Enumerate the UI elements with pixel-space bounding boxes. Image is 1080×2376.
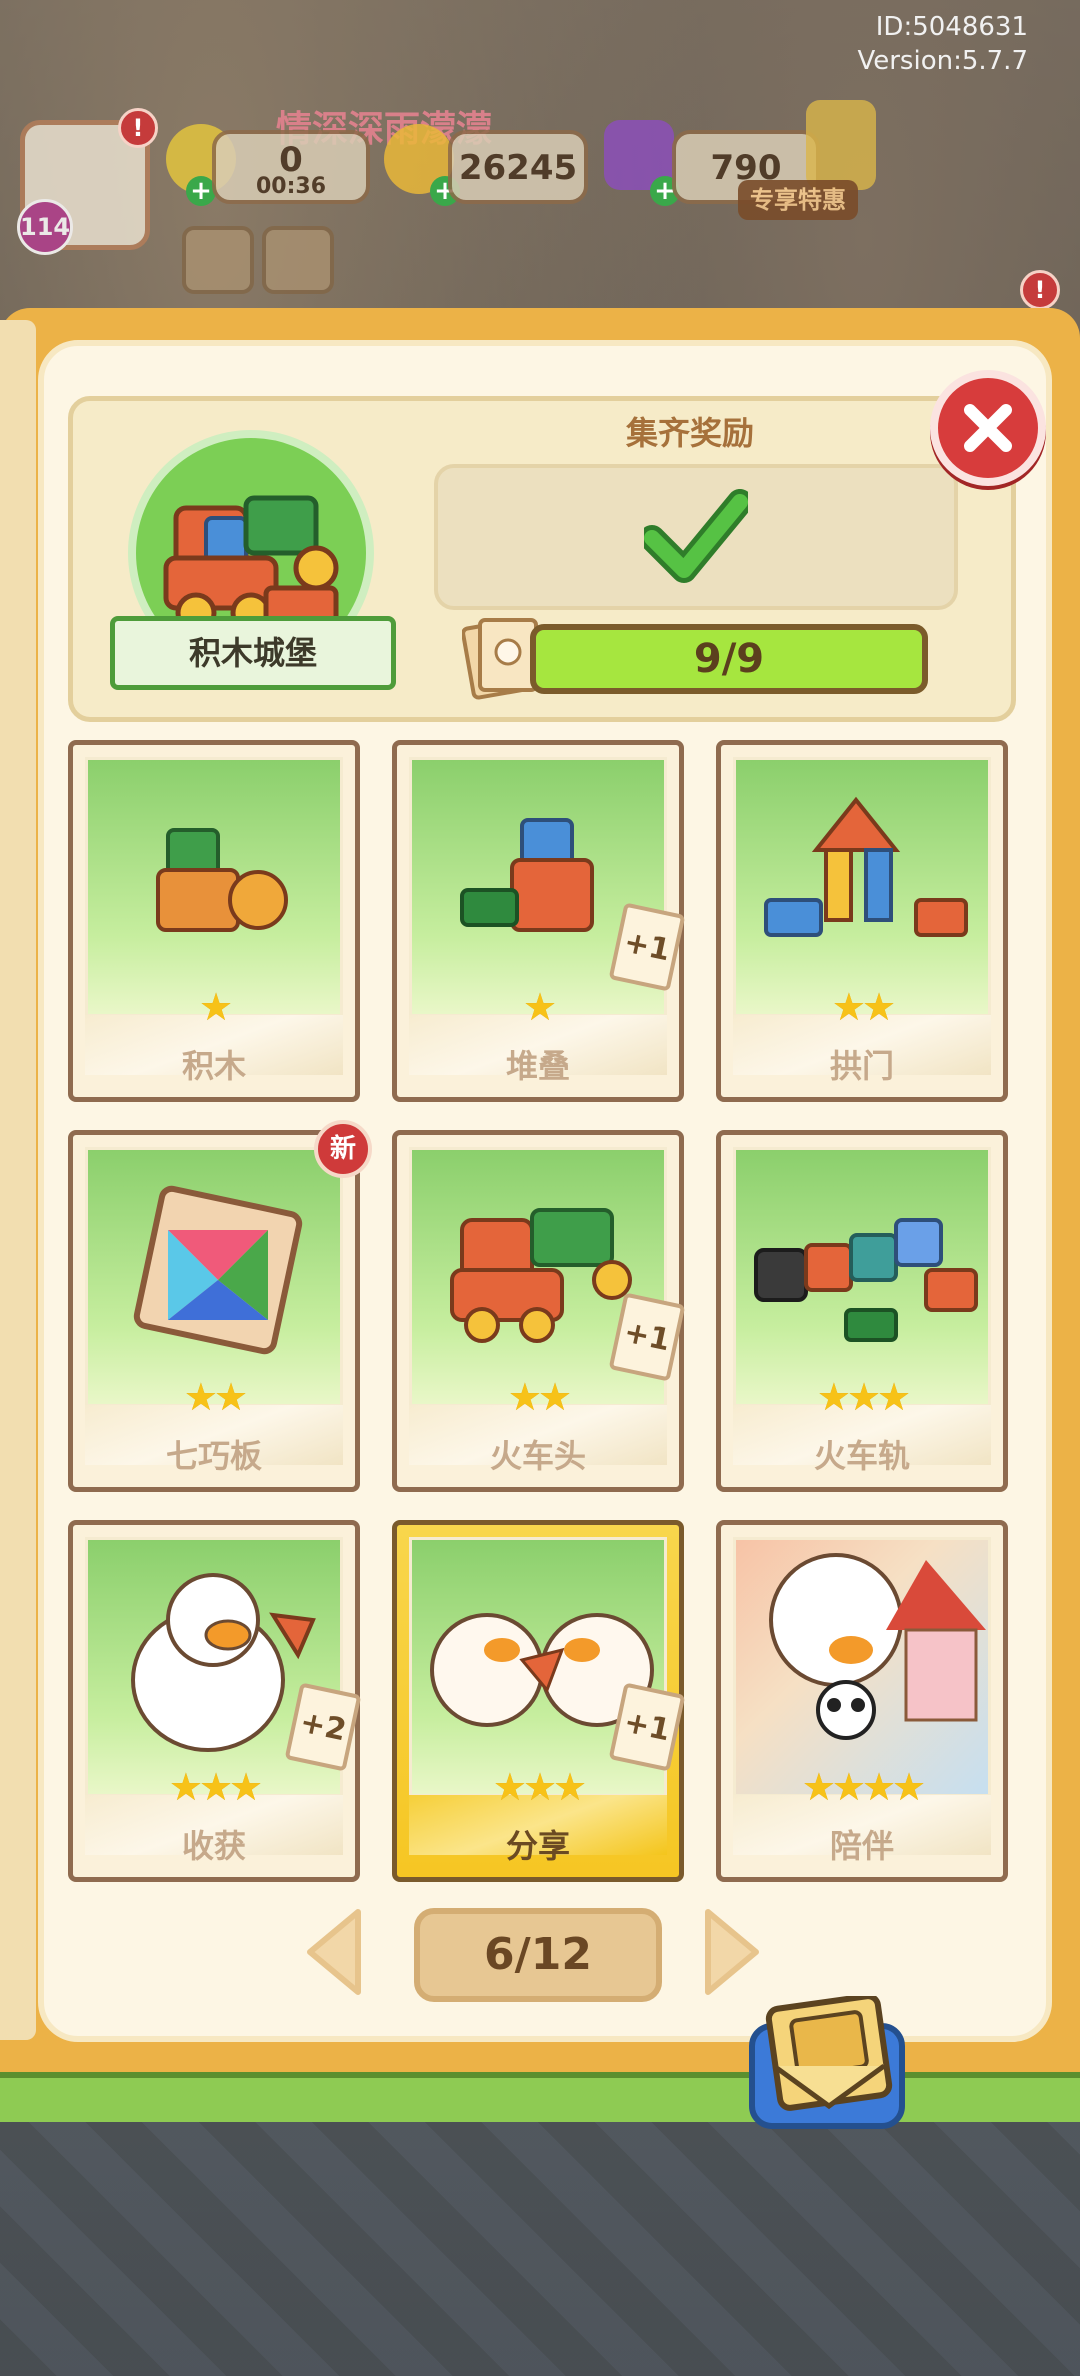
energy-counter: 0 00:36	[212, 130, 370, 204]
card-illustration-icon	[133, 1185, 303, 1355]
card-artwork	[733, 1537, 991, 1797]
card-rarity-stars: ★★★	[492, 1765, 587, 1809]
collection-progress-bar: 9/9	[530, 624, 928, 694]
special-deal-button[interactable]: 专享特惠	[738, 180, 858, 220]
next-page-arrow-icon[interactable]	[696, 1904, 766, 2000]
album-page-edge	[0, 320, 36, 2040]
card-rarity-stars: ★★	[831, 985, 896, 1029]
album-card[interactable]: ★★ 七巧板	[68, 1130, 360, 1492]
game-map-background	[0, 2100, 1080, 2376]
card-name: 收获	[181, 1827, 246, 1865]
card-illustration-icon	[156, 828, 288, 932]
coins-value: 26245	[458, 148, 578, 188]
album-card[interactable]: ★★★★ 陪伴	[716, 1520, 1008, 1882]
card-illustration-icon	[764, 796, 968, 937]
card-artwork	[85, 757, 343, 1017]
set-name-label: 积木城堡	[110, 616, 396, 690]
card-artwork	[733, 757, 991, 1017]
avatar-alert-badge: !	[118, 108, 158, 148]
card-rarity-stars: ★★	[507, 1375, 572, 1419]
card-name: 火车头	[489, 1437, 586, 1475]
card-artwork	[85, 1147, 343, 1407]
card-name: 陪伴	[829, 1827, 894, 1865]
card-name: 七巧板	[165, 1437, 262, 1475]
card-rarity-stars: ★★★	[816, 1375, 911, 1419]
card-rarity-stars: ★	[198, 985, 233, 1029]
player-level-badge: 114	[17, 199, 73, 255]
gift-box-icon[interactable]	[806, 100, 876, 190]
album-card[interactable]: ★★ 拱门	[716, 740, 1008, 1102]
coins-counter: 26245	[448, 130, 588, 204]
card-rarity-stars: ★★★	[168, 1765, 263, 1809]
card-name: 堆叠	[505, 1047, 570, 1085]
card-name: 积木	[181, 1047, 246, 1085]
settings-gear-button[interactable]	[182, 226, 254, 294]
card-name: 分享	[505, 1827, 570, 1865]
reward-claimed-slot	[434, 464, 958, 610]
card-artwork	[733, 1147, 991, 1407]
card-name: 拱门	[829, 1047, 894, 1085]
card-rarity-stars: ★★	[183, 1375, 248, 1419]
card-rarity-stars: ★★★★	[801, 1765, 926, 1809]
page-indicator: 6/12	[414, 1908, 662, 2002]
set-badge: 积木城堡	[110, 430, 396, 700]
card-illustration-icon	[769, 1553, 986, 1740]
new-card-badge: 新	[314, 1120, 372, 1178]
side-alert-badge: !	[1020, 270, 1060, 310]
card-rarity-stars: ★	[522, 985, 557, 1029]
energy-timer: 00:36	[255, 174, 327, 199]
card-illustration-icon	[754, 1218, 978, 1342]
previous-page-arrow-icon[interactable]	[300, 1904, 370, 2000]
reward-title: 集齐奖励	[625, 414, 754, 452]
card-album-envelope-icon[interactable]	[744, 1996, 910, 2132]
version-label: Version:5.7.7	[857, 46, 1028, 76]
close-button[interactable]	[930, 370, 1046, 486]
build-info: ID:5048631 Version:5.7.7	[857, 10, 1028, 78]
card-name: 火车轨	[813, 1437, 910, 1475]
album-frame-rail	[0, 2072, 1080, 2122]
mail-envelope-button[interactable]	[262, 226, 334, 294]
player-id: ID:5048631	[875, 12, 1028, 42]
album-card[interactable]: ★★★ 火车轨	[716, 1130, 1008, 1492]
checkmark-icon	[644, 489, 748, 583]
album-card[interactable]: ★ 积木	[68, 740, 360, 1102]
close-icon	[964, 404, 1012, 452]
